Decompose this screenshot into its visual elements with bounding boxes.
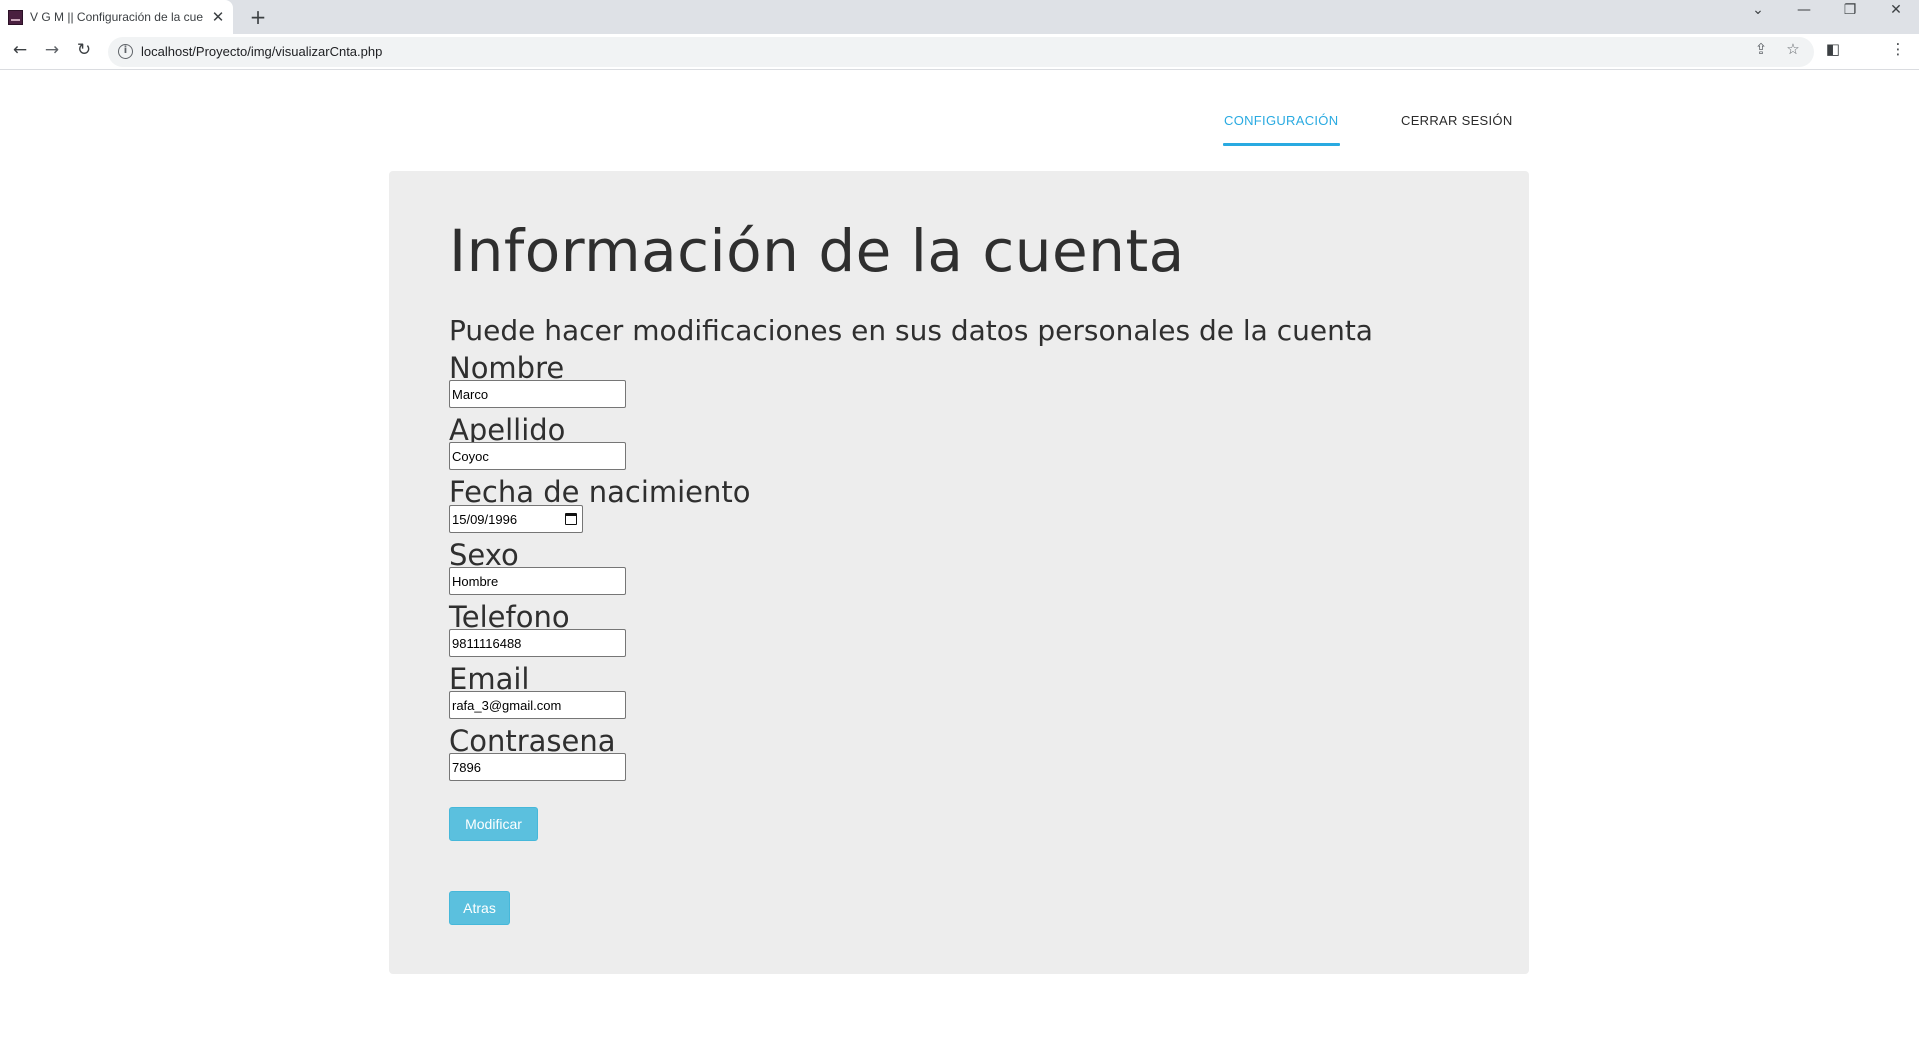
- back-icon[interactable]: ←: [8, 40, 32, 64]
- browser-tab-bar: V G M || Configuración de la cue ✕ + ⌄ —…: [0, 0, 1919, 34]
- close-window-icon[interactable]: ✕: [1876, 2, 1916, 30]
- active-nav-indicator: [1223, 143, 1340, 146]
- account-card: Información de la cuenta Puede hacer mod…: [389, 171, 1529, 974]
- reload-icon[interactable]: ↻: [72, 40, 96, 64]
- fecha-nacimiento-input[interactable]: 15/09/1996: [449, 505, 583, 533]
- address-bar[interactable]: i localhost/Proyecto/img/visualizarCnta.…: [108, 37, 1814, 67]
- minimize-icon[interactable]: —: [1784, 2, 1824, 30]
- site-favicon-icon: [8, 10, 23, 25]
- restore-icon[interactable]: ❐: [1830, 2, 1870, 30]
- new-tab-icon[interactable]: +: [246, 5, 270, 29]
- side-panel-icon[interactable]: ◧: [1821, 40, 1845, 64]
- close-tab-icon[interactable]: ✕: [209, 8, 227, 26]
- nav-configuracion[interactable]: CONFIGURACIÓN: [1224, 113, 1338, 128]
- sexo-input[interactable]: [449, 567, 626, 595]
- nav-cerrar-sesion[interactable]: CERRAR SESIÓN: [1401, 113, 1513, 128]
- url-text[interactable]: localhost/Proyecto/img/visualizarCnta.ph…: [141, 44, 382, 59]
- site-info-icon[interactable]: i: [118, 44, 133, 59]
- page: CONFIGURACIÓN CERRAR SESIÓN Información …: [0, 71, 1919, 1040]
- email-input[interactable]: [449, 691, 626, 719]
- browser-toolbar: ← → ↻ i localhost/Proyecto/img/visualiza…: [0, 34, 1919, 70]
- forward-icon[interactable]: →: [40, 40, 64, 64]
- telefono-input[interactable]: [449, 629, 626, 657]
- share-icon[interactable]: ⇪: [1749, 40, 1773, 64]
- browser-tab[interactable]: V G M || Configuración de la cue ✕: [0, 0, 233, 34]
- fecha-nacimiento-label: Fecha de nacimiento: [449, 475, 751, 509]
- page-title: Información de la cuenta: [449, 217, 1185, 285]
- fecha-nacimiento-value: 15/09/1996: [452, 512, 518, 527]
- menu-kebab-icon[interactable]: ⋮: [1886, 40, 1910, 64]
- nombre-input[interactable]: [449, 380, 626, 408]
- tab-search-icon[interactable]: ⌄: [1738, 2, 1778, 30]
- contrasena-input[interactable]: [449, 753, 626, 781]
- atras-button[interactable]: Atras: [449, 891, 510, 925]
- bookmark-star-icon[interactable]: ☆: [1781, 40, 1805, 64]
- tab-title: V G M || Configuración de la cue: [30, 10, 203, 24]
- modificar-button[interactable]: Modificar: [449, 807, 538, 841]
- apellido-input[interactable]: [449, 442, 626, 470]
- calendar-icon[interactable]: [565, 513, 577, 525]
- page-subtitle: Puede hacer modificaciones en sus datos …: [449, 314, 1373, 347]
